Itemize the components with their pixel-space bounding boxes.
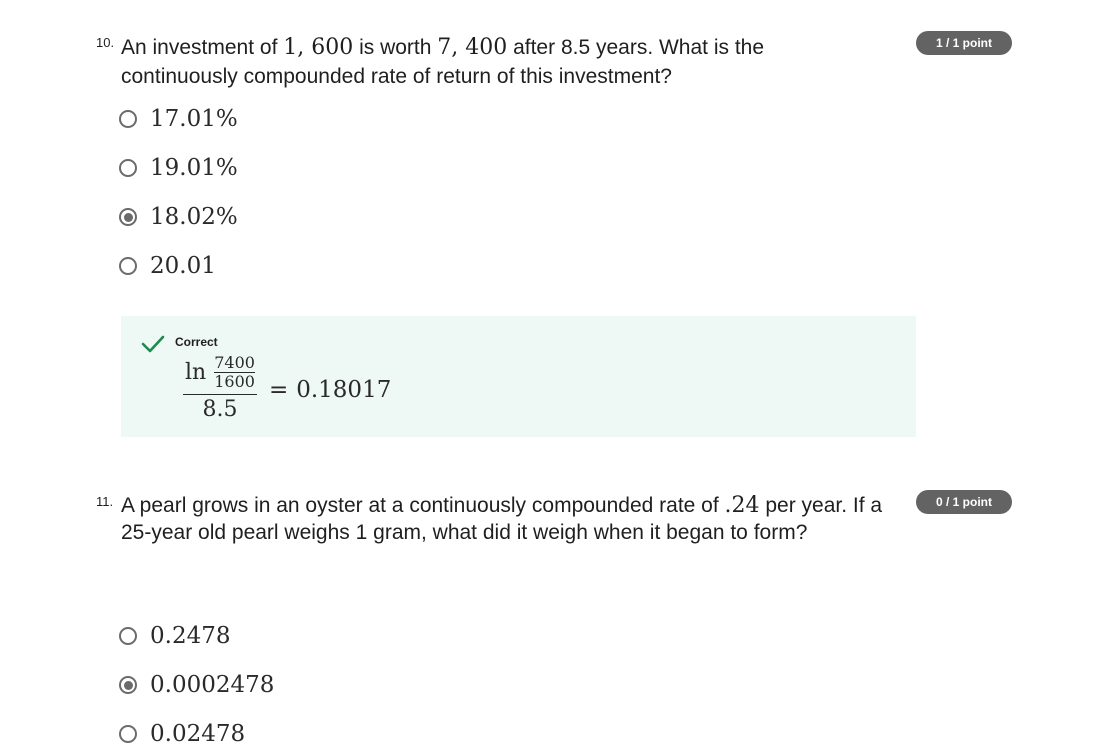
ln-operator: ln	[185, 360, 207, 385]
radio-button[interactable]	[119, 627, 137, 645]
option-label: 17.01%	[150, 106, 238, 132]
option-label: 19.01%	[150, 155, 238, 181]
radio-button[interactable]	[119, 159, 137, 177]
radio-button[interactable]	[119, 110, 137, 128]
answer-option[interactable]: 0.0002478	[119, 670, 274, 700]
option-label: 20.01	[150, 253, 216, 279]
answer-option[interactable]: 18.02%	[119, 202, 238, 232]
formula-result: 0.18017	[296, 376, 392, 403]
feedback-status: Correct	[175, 335, 218, 349]
radio-button[interactable]	[119, 725, 137, 743]
answer-option[interactable]: 17.01%	[119, 104, 238, 134]
question-number: 10.	[96, 35, 115, 50]
question-text: A pearl grows in an oyster at a continuo…	[121, 493, 883, 544]
denominator: 8.5	[202, 397, 238, 422]
explanation-formula: ln 7400 1600 8.5 = 0.18017	[183, 354, 391, 425]
checkmark-icon	[141, 335, 165, 353]
radio-button[interactable]	[119, 257, 137, 275]
score-badge: 1 / 1 point	[916, 31, 1012, 55]
option-label: 18.02%	[150, 204, 238, 230]
question-number: 11.	[96, 494, 114, 509]
option-label: 0.0002478	[150, 672, 275, 698]
score-badge: 0 / 1 point	[916, 490, 1012, 514]
answer-option[interactable]: 0.2478	[119, 621, 230, 651]
radio-button-selected[interactable]	[119, 208, 137, 226]
equals-sign: =	[268, 376, 289, 403]
inner-fraction: 7400 1600	[214, 353, 255, 391]
answer-option[interactable]: 0.02478	[119, 719, 245, 749]
question-text: An investment of 1, 600 is worth 7, 400 …	[121, 35, 765, 88]
answer-option[interactable]: 19.01%	[119, 153, 238, 183]
option-label: 0.2478	[150, 623, 231, 649]
answer-option[interactable]: 20.01	[119, 251, 216, 281]
radio-button-selected[interactable]	[119, 676, 137, 694]
feedback-panel: Correct ln 7400 1600 8.5 = 0.18017	[121, 316, 916, 437]
option-label: 0.02478	[150, 721, 246, 747]
fraction: ln 7400 1600 8.5	[183, 354, 257, 425]
